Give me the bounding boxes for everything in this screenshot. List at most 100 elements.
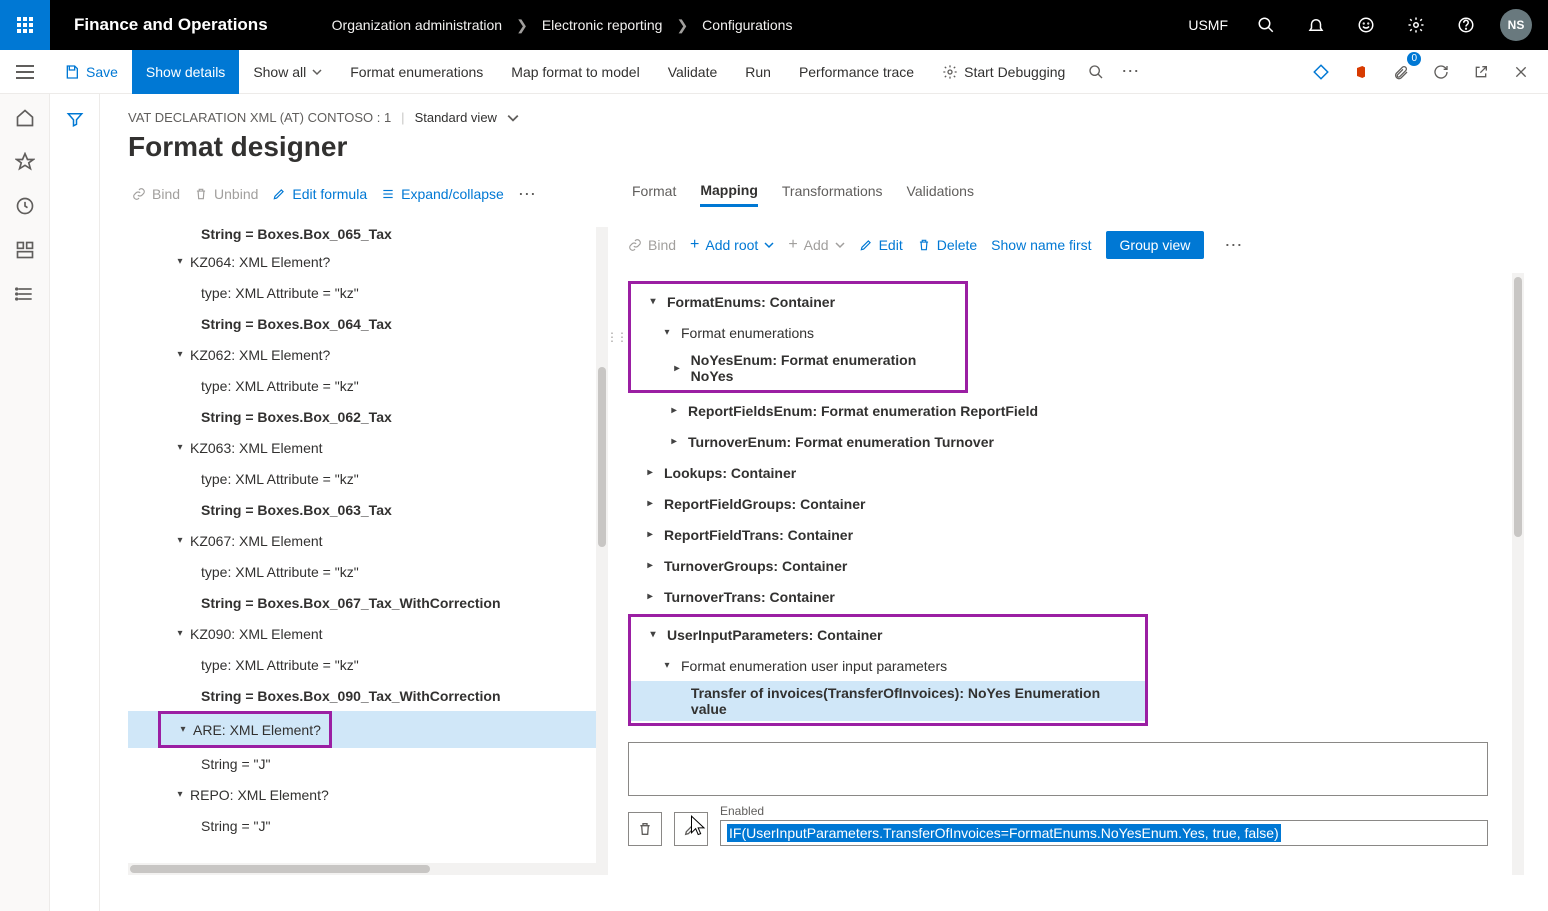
recent-icon[interactable] <box>15 196 35 216</box>
tree-item[interactable]: type: XML Attribute = "kz" <box>128 463 608 494</box>
popout-icon[interactable] <box>1464 55 1498 89</box>
delete-formula-button[interactable] <box>628 812 662 846</box>
tree-item[interactable]: String = "J" <box>128 810 608 841</box>
map-format-label: Map format to model <box>511 64 639 80</box>
left-nav <box>0 94 50 911</box>
view-name[interactable]: Standard view <box>415 110 497 125</box>
formula-label: Enabled <box>720 804 1488 818</box>
tree-item[interactable]: ▾KZ064: XML Element? <box>128 246 608 277</box>
tree-item[interactable]: ▸TurnoverEnum: Format enumeration Turnov… <box>628 426 1488 457</box>
scrollbar-horizontal[interactable] <box>128 863 596 875</box>
tree-item[interactable]: ▸TurnoverTrans: Container <box>628 581 1488 612</box>
gear-icon[interactable] <box>1394 0 1438 50</box>
chevron-down-icon[interactable] <box>507 112 519 124</box>
show-name-first-button[interactable]: Show name first <box>991 237 1091 253</box>
tree-item[interactable]: type: XML Attribute = "kz" <box>128 556 608 587</box>
format-enumerations-button[interactable]: Format enumerations <box>336 50 497 94</box>
scrollbar-vertical[interactable] <box>596 227 608 875</box>
show-details-button[interactable]: Show details <box>132 50 239 94</box>
modules-icon[interactable] <box>15 284 35 304</box>
tree-item[interactable]: ▾UserInputParameters: Container <box>631 619 1145 650</box>
show-all-button[interactable]: Show all <box>239 50 336 94</box>
right-more-button[interactable]: ⋯ <box>1218 235 1248 256</box>
save-button[interactable]: Save <box>50 50 132 94</box>
delete-button[interactable]: Delete <box>917 237 977 253</box>
tree-item[interactable]: ▸NoYesEnum: Format enumeration NoYes <box>631 348 965 388</box>
tree-item[interactable]: String = Boxes.Box_065_Tax <box>128 227 608 246</box>
tree-item[interactable]: ▾ARE: XML Element? <box>161 714 329 745</box>
tree-item[interactable]: ▸TurnoverGroups: Container <box>628 550 1488 581</box>
edit-button[interactable]: Edit <box>859 237 903 253</box>
bind-button[interactable]: Bind <box>132 186 180 202</box>
close-icon[interactable] <box>1504 55 1538 89</box>
diamond-icon[interactable] <box>1304 55 1338 89</box>
start-debugging-button[interactable]: Start Debugging <box>928 50 1079 94</box>
attachments-icon[interactable] <box>1384 55 1418 89</box>
hamburger-button[interactable] <box>0 50 50 94</box>
tab-validations[interactable]: Validations <box>907 183 974 205</box>
add-root-button[interactable]: + Add root <box>690 236 774 254</box>
page-crumb-text: VAT DECLARATION XML (AT) CONTOSO : 1 <box>128 110 391 125</box>
tree-item[interactable]: String = Boxes.Box_090_Tax_WithCorrectio… <box>128 680 608 711</box>
avatar[interactable]: NS <box>1494 0 1538 50</box>
expand-collapse-button[interactable]: Expand/collapse <box>381 186 504 202</box>
scrollbar-vertical[interactable] <box>1512 273 1524 875</box>
tree-item[interactable]: Transfer of invoices(TransferOfInvoices)… <box>631 681 1145 721</box>
tree-item[interactable]: type: XML Attribute = "kz" <box>128 370 608 401</box>
tree-item[interactable]: ▸ReportFieldsEnum: Format enumeration Re… <box>628 395 1488 426</box>
tab-format[interactable]: Format <box>632 183 676 205</box>
tab-transformations[interactable]: Transformations <box>782 183 883 205</box>
breadcrumb-item[interactable]: Electronic reporting <box>542 17 663 33</box>
filter-icon[interactable] <box>66 110 84 911</box>
bind-button-right[interactable]: Bind <box>628 237 676 253</box>
run-button[interactable]: Run <box>731 50 785 94</box>
tree-item[interactable]: String = Boxes.Box_062_Tax <box>128 401 608 432</box>
trash-icon <box>194 187 208 201</box>
tree-item[interactable]: ▾KZ062: XML Element? <box>128 339 608 370</box>
refresh-icon[interactable] <box>1424 55 1458 89</box>
map-format-button[interactable]: Map format to model <box>497 50 653 94</box>
help-icon[interactable] <box>1444 0 1488 50</box>
more-icon[interactable]: ⋯ <box>1113 55 1147 89</box>
add-button[interactable]: + Add <box>788 236 844 254</box>
tree-item[interactable]: String = "J" <box>128 748 608 779</box>
validate-button[interactable]: Validate <box>654 50 732 94</box>
tree-item[interactable]: String = Boxes.Box_064_Tax <box>128 308 608 339</box>
tree-item[interactable]: ▾Format enumeration user input parameter… <box>631 650 1145 681</box>
home-icon[interactable] <box>15 108 35 128</box>
performance-trace-button[interactable]: Performance trace <box>785 50 928 94</box>
tree-item[interactable]: ▸ReportFieldGroups: Container <box>628 488 1488 519</box>
splitter-handle[interactable]: ⋮⋮ <box>606 330 626 344</box>
smiley-icon[interactable] <box>1344 0 1388 50</box>
tree-item[interactable]: ▾KZ063: XML Element <box>128 432 608 463</box>
unbind-button[interactable]: Unbind <box>194 186 258 202</box>
tree-item[interactable]: ▾KZ090: XML Element <box>128 618 608 649</box>
app-launcher-button[interactable] <box>0 0 50 50</box>
tree-item[interactable]: ▾FormatEnums: Container <box>631 286 965 317</box>
tree-item[interactable]: ▸ReportFieldTrans: Container <box>628 519 1488 550</box>
tree-item[interactable]: ▾KZ067: XML Element <box>128 525 608 556</box>
workspace-icon[interactable] <box>15 240 35 260</box>
toolbar-search-icon[interactable] <box>1079 55 1113 89</box>
formula-input[interactable]: IF(UserInputParameters.TransferOfInvoice… <box>720 820 1488 846</box>
tree-item[interactable]: String = Boxes.Box_063_Tax <box>128 494 608 525</box>
edit-formula-button[interactable]: Edit formula <box>272 186 367 202</box>
tree-item[interactable]: ▾REPO: XML Element? <box>128 779 608 810</box>
breadcrumb-item[interactable]: Organization administration <box>332 17 502 33</box>
tree-item[interactable]: ▾Format enumerations <box>631 317 965 348</box>
search-icon[interactable] <box>1244 0 1288 50</box>
page-title: Format designer <box>128 131 1524 163</box>
star-icon[interactable] <box>15 152 35 172</box>
bell-icon[interactable] <box>1294 0 1338 50</box>
breadcrumb-item[interactable]: Configurations <box>702 17 792 33</box>
tree-item[interactable]: type: XML Attribute = "kz" <box>128 649 608 680</box>
tree-item[interactable]: ▸Lookups: Container <box>628 457 1488 488</box>
group-view-button[interactable]: Group view <box>1106 231 1205 259</box>
tree-item[interactable]: type: XML Attribute = "kz" <box>128 277 608 308</box>
tab-mapping[interactable]: Mapping <box>700 182 758 207</box>
org-label[interactable]: USMF <box>1178 17 1238 33</box>
left-tree: String = Boxes.Box_065_Tax▾KZ064: XML El… <box>128 227 608 875</box>
left-more-button[interactable]: ⋯ <box>518 184 536 205</box>
tree-item[interactable]: String = Boxes.Box_067_Tax_WithCorrectio… <box>128 587 608 618</box>
office-icon[interactable] <box>1344 55 1378 89</box>
